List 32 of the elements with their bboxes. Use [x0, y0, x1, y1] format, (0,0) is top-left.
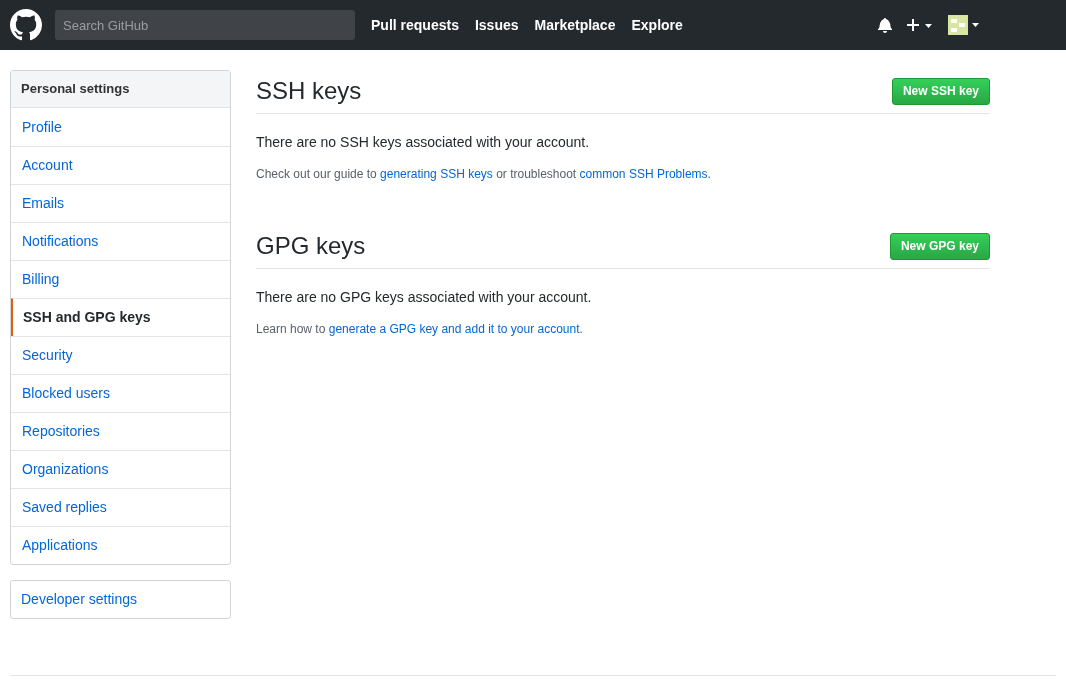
empty-message: There are no SSH keys associated with your account.: [256, 133, 591, 152]
bell-icon[interactable]: [878, 17, 892, 33]
help-link[interactable]: common SSH Problems: [579, 167, 708, 181]
menu-heading: Personal settings: [11, 71, 230, 108]
section-title: GPG keys: [256, 231, 366, 261]
menu-item[interactable]: SSH and GPG keys: [11, 298, 230, 336]
search-field[interactable]: Search GitHub: [55, 10, 355, 40]
menu-item[interactable]: Blocked users: [11, 374, 230, 412]
menu-item[interactable]: Applications: [11, 526, 230, 564]
empty-message: There are no GPG keys associated with your account.: [256, 288, 593, 307]
help-text: Check out our guide to generating SSH keys or troubleshoot common SSH Problems.: [256, 166, 712, 183]
menu-item[interactable]: Security: [11, 336, 230, 374]
menu-item[interactable]: Billing: [11, 260, 230, 298]
menu-item[interactable]: Profile: [11, 108, 230, 146]
menu-item[interactable]: Organizations: [11, 450, 230, 488]
menu-item[interactable]: Saved replies: [11, 488, 230, 526]
menu-item[interactable]: Account: [11, 146, 230, 184]
menu-item[interactable]: Notifications: [11, 222, 230, 260]
developer-settings-link[interactable]: Developer settings: [10, 580, 231, 619]
plus-dropdown-icon[interactable]: [906, 18, 934, 32]
section-title: SSH keys: [256, 76, 362, 106]
nav-link[interactable]: Issues: [474, 14, 519, 36]
help-link[interactable]: generate a GPG key and add it to your account: [328, 322, 580, 336]
avatar-dropdown-icon[interactable]: [948, 15, 980, 35]
nav-link[interactable]: Explore: [631, 14, 683, 36]
nav-link[interactable]: Pull requests: [371, 14, 459, 36]
nav-link[interactable]: Marketplace: [534, 14, 616, 36]
help-text: Learn how to generate a GPG key and add it to your account.: [256, 321, 584, 338]
menu-item[interactable]: Emails: [11, 184, 230, 222]
octocat-logo-icon[interactable]: [10, 9, 42, 41]
help-link[interactable]: generating SSH keys: [380, 167, 493, 181]
menu-item[interactable]: Repositories: [11, 412, 230, 450]
